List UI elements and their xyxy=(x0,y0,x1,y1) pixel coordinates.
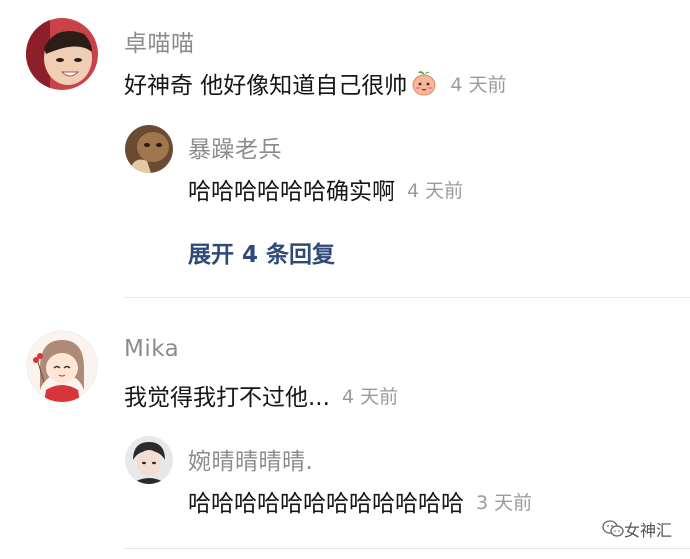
reply-text-row: 哈哈哈哈哈哈哈哈哈哈哈哈 3 天前 xyxy=(188,484,532,518)
reply-author[interactable]: 婉晴晴晴晴. xyxy=(188,442,313,476)
reply-text: 哈哈哈哈哈哈哈哈哈哈哈哈 xyxy=(188,491,464,517)
avatar[interactable] xyxy=(26,330,98,402)
wechat-icon xyxy=(602,519,624,539)
comment-text: 我觉得我打不过他... xyxy=(124,385,330,411)
peach-face-icon xyxy=(410,69,438,97)
comment-time: 4 天前 xyxy=(341,385,399,408)
avatar[interactable] xyxy=(125,125,173,173)
divider xyxy=(124,548,690,549)
divider xyxy=(124,297,690,298)
comment-text-row: 我觉得我打不过他... 4 天前 xyxy=(124,378,398,412)
comment-author[interactable]: Mika xyxy=(124,336,179,362)
reply-text: 哈哈哈哈哈哈确实啊 xyxy=(188,179,395,205)
comment-author[interactable]: 卓喵喵 xyxy=(124,24,195,58)
watermark: 女神汇 xyxy=(602,517,672,541)
comment-text: 好神奇 他好像知道自己很帅 xyxy=(124,73,408,99)
reply-author[interactable]: 暴躁老兵 xyxy=(188,130,282,164)
avatar[interactable] xyxy=(125,436,173,484)
reply-time: 3 天前 xyxy=(476,491,533,514)
watermark-label: 女神汇 xyxy=(623,521,672,540)
comment-text-row: 好神奇 他好像知道自己很帅 4 天前 xyxy=(124,66,506,100)
comment-time: 4 天前 xyxy=(450,73,507,96)
reply-text-row: 哈哈哈哈哈哈确实啊 4 天前 xyxy=(188,172,463,206)
avatar[interactable] xyxy=(26,18,98,90)
expand-replies-button[interactable]: 展开 4 条回复 xyxy=(188,235,335,269)
reply-time: 4 天前 xyxy=(407,179,464,202)
